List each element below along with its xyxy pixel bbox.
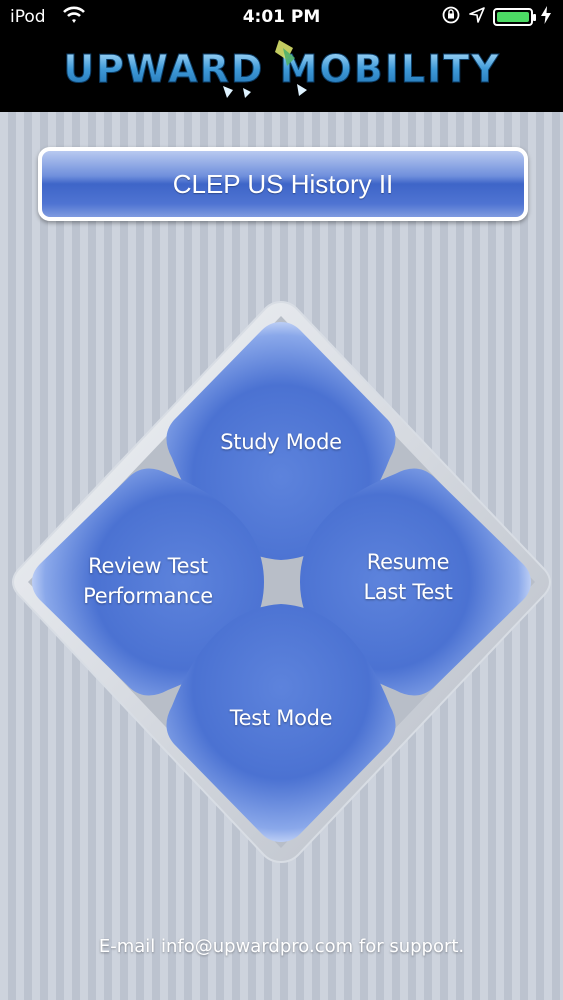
- battery-icon: [493, 8, 536, 26]
- exam-title-button[interactable]: CLEP US History II: [38, 147, 528, 221]
- status-icons: [441, 5, 551, 30]
- app-header: iPod 4:01 PM UPWARD MOBILITY: [0, 0, 563, 112]
- exam-title-label: CLEP US History II: [172, 168, 394, 199]
- support-text: E-mail info@upwardpro.com for support.: [98, 936, 465, 957]
- charging-icon: [541, 5, 551, 29]
- app-logo: UPWARD MOBILITY: [0, 38, 563, 98]
- orientation-lock-icon: [441, 5, 461, 30]
- location-icon: [469, 6, 485, 28]
- status-bar: iPod 4:01 PM: [0, 0, 563, 36]
